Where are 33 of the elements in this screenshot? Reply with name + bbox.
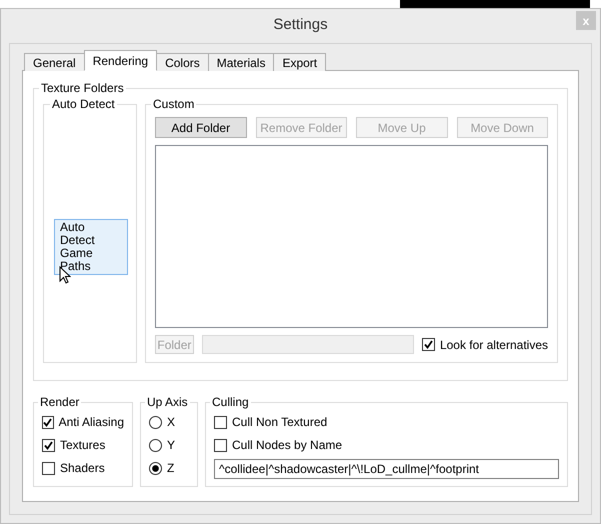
checkbox-label: Look for alternatives: [440, 338, 548, 352]
tab[interactable]: Rendering: [84, 50, 158, 71]
tab[interactable]: Export: [273, 53, 326, 71]
checkbox[interactable]: [214, 416, 227, 428]
group-title: Render: [39, 395, 80, 409]
group-title: Auto Detect: [51, 97, 116, 111]
group-title: Custom: [152, 97, 196, 111]
radio-button[interactable]: [149, 438, 162, 452]
group-title: Texture Folders: [40, 81, 125, 95]
name-filter-field[interactable]: ^collidee|^shadowcaster|^\!LoD_cullme|^footprint: [214, 459, 559, 479]
group-title: Up Axis: [146, 395, 189, 409]
radio-label: Y: [167, 438, 176, 452]
tab[interactable]: Materials: [208, 53, 274, 71]
group-title: Culling: [211, 395, 250, 409]
radio-button[interactable]: [149, 416, 162, 428]
checkbox[interactable]: [42, 462, 55, 474]
tab[interactable]: Colors: [156, 53, 209, 71]
window-title: Settings: [273, 16, 328, 32]
checkbox[interactable]: [42, 416, 54, 428]
checkbox[interactable]: [214, 438, 227, 452]
checkbox-label: Cull Non Textured: [232, 415, 328, 429]
radio-button[interactable]: [149, 462, 162, 474]
checkbox[interactable]: [422, 338, 435, 351]
checkbox-label: Shaders: [60, 461, 105, 475]
radio-label: Z: [167, 461, 174, 475]
checkbox[interactable]: [42, 438, 55, 452]
auto-detect-button[interactable]: Auto Detect Game Paths: [54, 218, 128, 274]
radio-label: X: [167, 415, 176, 429]
checkbox-label: Textures: [60, 438, 106, 452]
folder-button[interactable]: Add Folder: [155, 117, 246, 138]
tab[interactable]: General: [24, 53, 85, 71]
checkbox-label: Anti Aliasing: [58, 415, 124, 429]
checkbox-label: Cull Nodes by Name: [232, 438, 342, 452]
